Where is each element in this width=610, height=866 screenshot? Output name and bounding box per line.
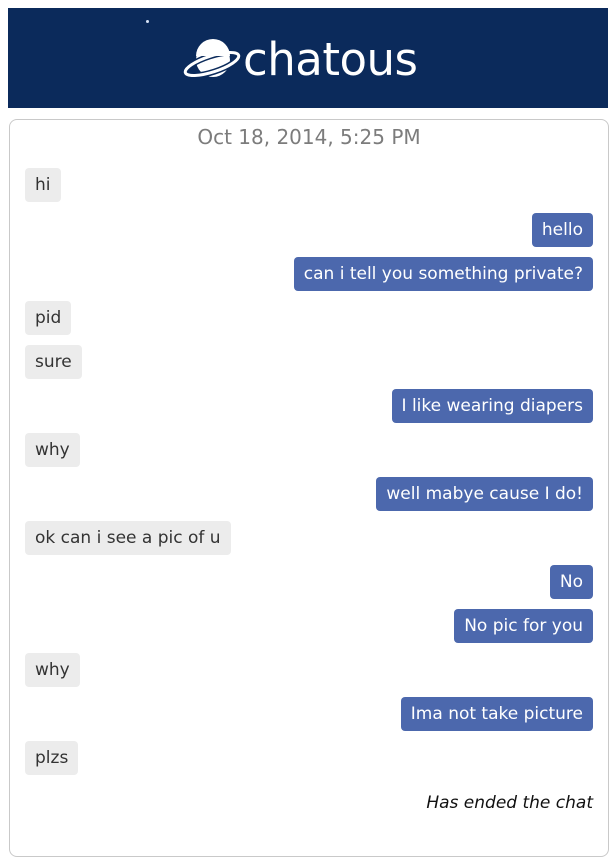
message-incoming: hi [25,168,61,202]
message-incoming: why [25,653,80,687]
chat-transcript[interactable]: Oct 18, 2014, 5:25 PM hi hello can i tel… [9,119,609,857]
chat-ended-notice: Has ended the chat [426,793,593,813]
message-incoming: pid [25,301,72,335]
chatous-logo[interactable]: chatous [183,33,418,86]
planet-icon [183,39,241,79]
message-outgoing: well mabye cause I do! [376,477,593,511]
message-outgoing: Ima not take picture [400,697,593,731]
message-incoming: plzs [25,741,79,775]
star-dot [146,20,149,23]
message-incoming: ok can i see a pic of u [25,521,231,555]
chatous-header: chatous [8,8,608,108]
message-outgoing: can i tell you something private? [293,257,593,291]
chat-timestamp: Oct 18, 2014, 5:25 PM [197,125,421,149]
message-incoming: why [25,433,80,467]
logo-wordmark: chatous [243,33,418,86]
message-incoming: sure [25,345,82,379]
message-outgoing: No pic for you [454,609,593,643]
message-outgoing: I like wearing diapers [391,389,593,423]
message-outgoing: No [549,565,593,599]
message-outgoing: hello [531,213,593,247]
